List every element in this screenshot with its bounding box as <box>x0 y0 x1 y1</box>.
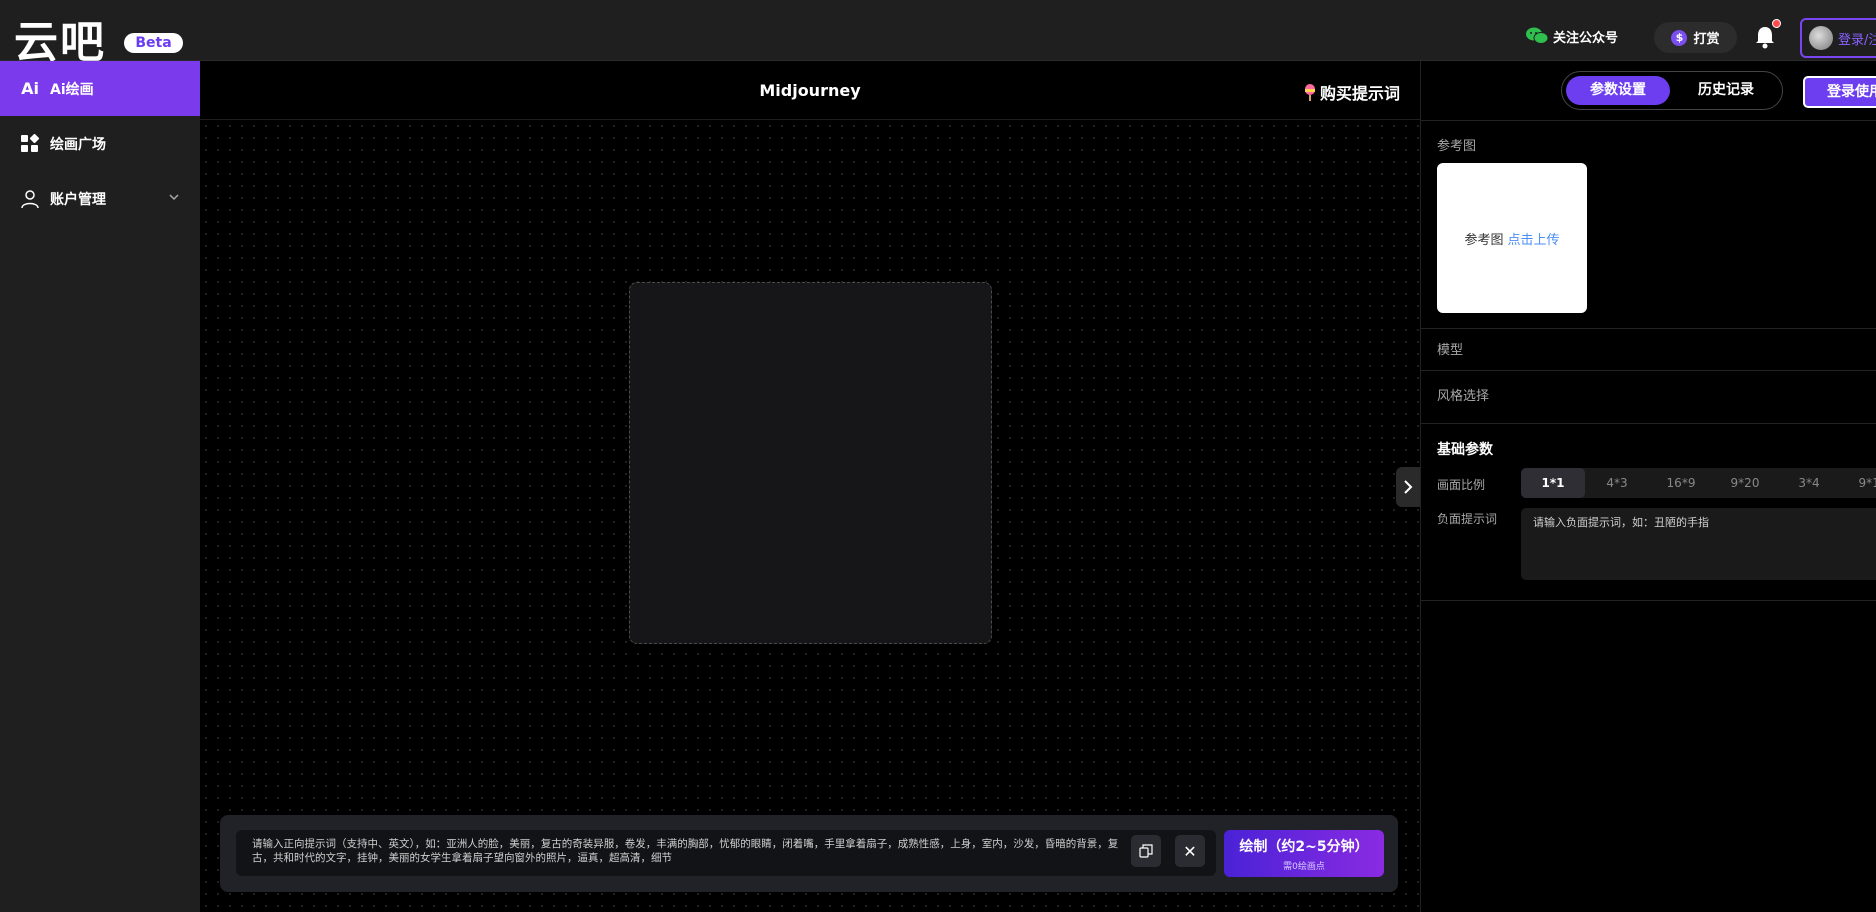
settings-panel: 参数设置 历史记录 登录使用 参考图 参考图 点击上传 模型 风格选择 基础参数… <box>1420 61 1876 912</box>
notification-dot <box>1772 19 1781 28</box>
sidebar-item-gallery[interactable]: 绘画广场 <box>0 116 200 171</box>
chevron-right-icon <box>1404 480 1413 494</box>
divider <box>1421 370 1876 371</box>
tip-button[interactable]: $ 打赏 <box>1654 22 1737 53</box>
tip-label: 打赏 <box>1693 32 1720 47</box>
draw-label: 绘制（约2~5分钟） <box>1239 839 1369 855</box>
sidebar-item-label: Ai绘画 <box>50 81 94 98</box>
canvas-header: Midjourney 购买提示词 <box>200 61 1420 120</box>
divider <box>1421 600 1876 601</box>
buy-prompt-button[interactable]: 购买提示词 <box>1303 80 1400 104</box>
sidebar: Ai Ai绘画 绘画广场 账户管理 <box>0 61 200 912</box>
image-preview-box <box>629 282 992 644</box>
tab-parameters[interactable]: 参数设置 <box>1566 76 1670 105</box>
sidebar-item-account[interactable]: 账户管理 <box>0 171 200 226</box>
chevron-down-icon <box>169 194 179 201</box>
login-user-button[interactable]: 登录/注 <box>1800 18 1876 58</box>
model-label[interactable]: 模型 <box>1437 339 1463 358</box>
ratio-option[interactable]: 1*1 <box>1521 468 1585 498</box>
reference-image-label: 参考图 <box>1437 139 1477 154</box>
prompt-panel: 请输入正向提示词（支持中、英文），如：亚洲人的脸，美丽，复古的奇装异服，卷发，丰… <box>220 815 1398 892</box>
login-user-label: 登录/注 <box>1838 32 1876 48</box>
collapse-panel-button[interactable] <box>1396 467 1420 507</box>
sidebar-item-ai-painting[interactable]: Ai Ai绘画 <box>0 61 200 116</box>
divider <box>1421 423 1876 424</box>
user-icon <box>21 189 39 208</box>
style-label[interactable]: 风格选择 <box>1437 385 1489 404</box>
negative-prompt-label: 负面提示词 <box>1437 512 1498 526</box>
popsicle-icon <box>1304 84 1315 101</box>
login-use-button[interactable]: 登录使用 <box>1803 76 1876 108</box>
clear-button[interactable]: ✕ <box>1175 835 1205 867</box>
copy-icon <box>1139 844 1153 858</box>
ratio-option[interactable]: 9*20 <box>1713 468 1777 498</box>
model-title: Midjourney <box>759 81 861 100</box>
top-bar: 云吧 Beta 关注公众号 $ 打赏 登录/注 <box>0 0 1876 68</box>
upload-link[interactable]: 点击上传 <box>1508 229 1560 248</box>
copy-button[interactable] <box>1131 835 1161 867</box>
draw-button[interactable]: 绘制（约2~5分钟） 需0绘画点 <box>1224 830 1384 877</box>
wechat-icon <box>1526 27 1549 44</box>
ratio-selector: 1*1 4*3 16*9 9*20 3*4 9*16 <box>1521 468 1876 498</box>
follow-wechat-label: 关注公众号 <box>1553 30 1619 46</box>
ai-icon: Ai <box>21 79 39 98</box>
upload-text: 参考图 <box>1464 232 1504 248</box>
ratio-option[interactable]: 4*3 <box>1585 468 1649 498</box>
money-bag-icon: $ <box>1671 29 1688 46</box>
sidebar-item-label: 账户管理 <box>50 191 106 208</box>
avatar <box>1809 26 1833 50</box>
close-icon: ✕ <box>1183 841 1197 861</box>
buy-prompt-label: 购买提示词 <box>1319 84 1400 103</box>
prompt-input[interactable]: 请输入正向提示词（支持中、英文），如：亚洲人的脸，美丽，复古的奇装异服，卷发，丰… <box>236 830 1216 876</box>
draw-cost-label: 需0绘画点 <box>1283 862 1325 872</box>
canvas-area <box>200 120 1420 912</box>
base-params-title: 基础参数 <box>1437 442 1493 458</box>
divider <box>1421 120 1876 121</box>
sidebar-item-label: 绘画广场 <box>50 136 106 153</box>
tab-history[interactable]: 历史记录 <box>1674 76 1778 105</box>
negative-prompt-input[interactable]: 请输入负面提示词，如：丑陋的手指 <box>1521 508 1876 580</box>
ratio-option[interactable]: 16*9 <box>1649 468 1713 498</box>
divider <box>1421 328 1876 329</box>
grid-icon <box>21 133 40 152</box>
reference-upload-box[interactable]: 参考图 点击上传 <box>1437 163 1587 313</box>
ratio-option[interactable]: 9*16 <box>1841 468 1876 498</box>
ratio-option[interactable]: 3*4 <box>1777 468 1841 498</box>
ratio-label: 画面比例 <box>1437 478 1486 492</box>
beta-badge: Beta <box>124 33 183 53</box>
follow-wechat-button[interactable]: 关注公众号 <box>1525 26 1618 46</box>
panel-tabs: 参数设置 历史记录 <box>1561 71 1783 110</box>
bell-icon[interactable] <box>1753 24 1777 50</box>
